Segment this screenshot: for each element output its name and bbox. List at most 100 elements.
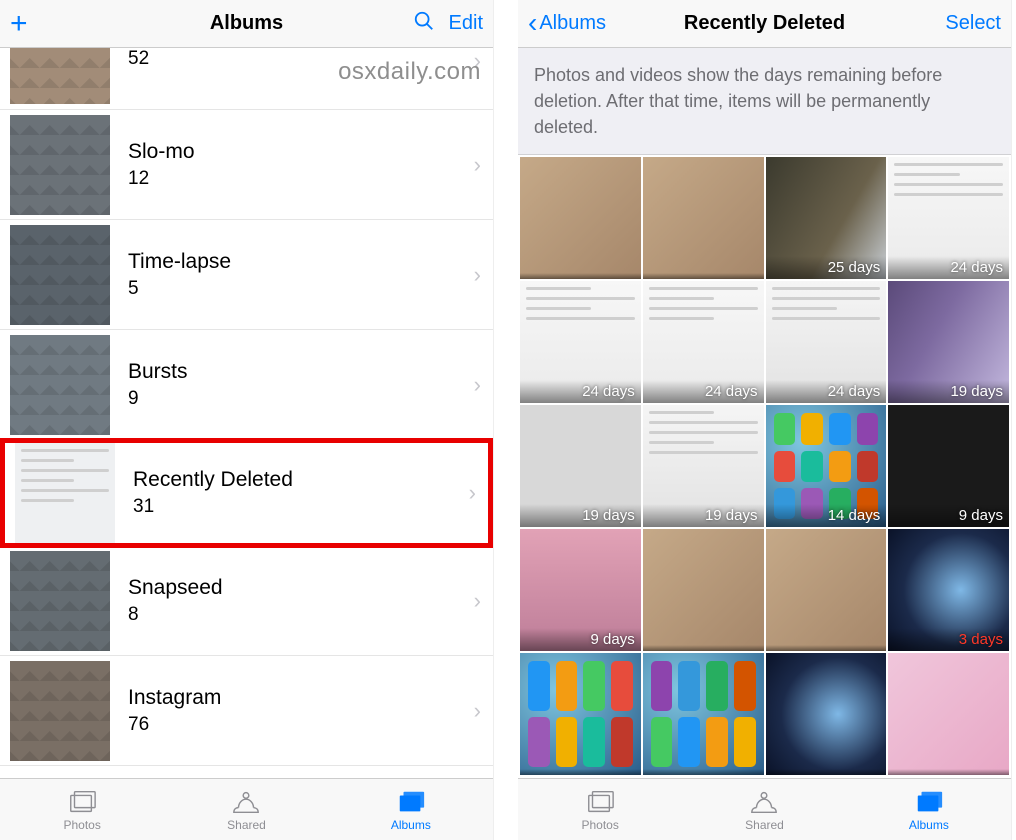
photo-cell[interactable]: 24 days [520, 281, 641, 403]
days-remaining [520, 769, 641, 775]
photo-cell[interactable]: 24 days [766, 281, 887, 403]
photo-cell[interactable]: 19 days [520, 405, 641, 527]
album-name: Snapseed [128, 576, 474, 600]
photo-cell[interactable]: 19 days [888, 281, 1009, 403]
days-remaining [643, 769, 764, 775]
album-row[interactable]: Bursts 9 › [0, 330, 493, 440]
chevron-right-icon: › [469, 480, 476, 506]
days-remaining: 19 days [888, 380, 1009, 403]
album-name: Instagram [128, 686, 474, 710]
photo-cell[interactable] [643, 157, 764, 279]
album-count: 31 [133, 496, 469, 518]
navbar: ‹ Albums Recently Deleted Select [518, 0, 1011, 48]
back-button[interactable]: ‹ Albums [528, 11, 606, 37]
album-thumbnail [10, 551, 110, 651]
tab-label: Albums [909, 818, 949, 832]
tab-albums[interactable]: Albums [329, 779, 493, 840]
days-remaining [888, 769, 1009, 775]
album-row[interactable]: Slo-mo 12 › [0, 110, 493, 220]
days-remaining: 24 days [520, 380, 641, 403]
days-remaining [766, 769, 887, 775]
navbar: + Albums Edit [0, 0, 493, 48]
album-thumbnail [10, 48, 110, 104]
days-remaining: 19 days [643, 504, 764, 527]
album-name: Bursts [128, 360, 474, 384]
photo-cell[interactable] [520, 653, 641, 775]
tab-label: Shared [745, 818, 784, 832]
album-count: 8 [128, 604, 474, 626]
days-remaining: 24 days [643, 380, 764, 403]
photo-cell[interactable] [520, 157, 641, 279]
chevron-right-icon: › [474, 588, 481, 614]
watermark: osxdaily.com [338, 58, 481, 86]
album-count: 5 [128, 278, 474, 300]
days-remaining: 25 days [766, 256, 887, 279]
recently-deleted-screen: ‹ Albums Recently Deleted Select Photos … [518, 0, 1012, 840]
tab-photos[interactable]: Photos [518, 779, 682, 840]
photo-cell[interactable] [888, 653, 1009, 775]
add-album-button[interactable]: + [10, 9, 28, 39]
chevron-right-icon: › [474, 698, 481, 724]
album-name: Recently Deleted [133, 468, 469, 492]
album-row[interactable]: Time-lapse 5 › [0, 220, 493, 330]
tab-label: Albums [391, 818, 431, 832]
album-name: Time-lapse [128, 250, 474, 274]
album-row[interactable]: Instagram 76 › [0, 656, 493, 766]
photo-cell[interactable] [766, 653, 887, 775]
chevron-left-icon: ‹ [528, 9, 537, 37]
photo-cell[interactable] [643, 653, 764, 775]
days-remaining: 24 days [766, 380, 887, 403]
days-remaining: 9 days [888, 504, 1009, 527]
tab-shared[interactable]: Shared [682, 779, 846, 840]
photo-grid: 25 days 24 days 24 days 24 days 24 days … [518, 155, 1011, 778]
album-name: Slo-mo [128, 140, 474, 164]
edit-button[interactable]: Edit [449, 12, 483, 35]
days-remaining [643, 645, 764, 651]
tab-albums[interactable]: Albums [847, 779, 1011, 840]
album-count: 12 [128, 168, 474, 190]
select-button[interactable]: Select [945, 12, 1001, 35]
photo-cell[interactable]: 19 days [643, 405, 764, 527]
days-remaining: 19 days [520, 504, 641, 527]
album-thumbnail [10, 335, 110, 435]
tab-label: Photos [63, 818, 100, 832]
photo-cell[interactable] [766, 529, 887, 651]
tab-label: Shared [227, 818, 266, 832]
album-thumbnail [10, 225, 110, 325]
photo-cell[interactable]: 24 days [888, 157, 1009, 279]
days-remaining [520, 273, 641, 279]
tab-label: Photos [581, 818, 618, 832]
days-remaining [643, 273, 764, 279]
chevron-right-icon: › [474, 372, 481, 398]
photo-cell[interactable]: 24 days [643, 281, 764, 403]
back-label: Albums [539, 12, 606, 35]
days-remaining: 14 days [766, 504, 887, 527]
tab-bar: Photos Shared Albums [0, 778, 493, 840]
tab-shared[interactable]: Shared [164, 779, 328, 840]
album-count: 9 [128, 388, 474, 410]
album-row[interactable]: Snapseed 8 › [0, 546, 493, 656]
days-remaining: 24 days [888, 256, 1009, 279]
tab-bar: Photos Shared Albums [518, 778, 1011, 840]
days-remaining [766, 645, 887, 651]
album-row-recently-deleted[interactable]: Recently Deleted 31 › [0, 438, 493, 548]
info-banner: Photos and videos show the days remainin… [518, 48, 1011, 155]
photo-cell[interactable]: 3 days [888, 529, 1009, 651]
photo-cell[interactable]: 25 days [766, 157, 887, 279]
photo-cell[interactable]: 9 days [888, 405, 1009, 527]
album-thumbnail [10, 115, 110, 215]
days-remaining: 3 days [888, 628, 1009, 651]
albums-screen: + Albums Edit osxdaily.com 52 › Slo-mo 1… [0, 0, 494, 840]
albums-list: 52 › Slo-mo 12 › Time-lapse 5 › Bursts 9 [0, 48, 493, 778]
chevron-right-icon: › [474, 152, 481, 178]
photo-cell[interactable] [643, 529, 764, 651]
tab-photos[interactable]: Photos [0, 779, 164, 840]
album-count: 76 [128, 714, 474, 736]
days-remaining: 9 days [520, 628, 641, 651]
photo-cell[interactable]: 14 days [766, 405, 887, 527]
album-thumbnail [15, 443, 115, 543]
search-icon[interactable] [413, 10, 435, 38]
album-thumbnail [10, 661, 110, 761]
photo-cell[interactable]: 9 days [520, 529, 641, 651]
chevron-right-icon: › [474, 262, 481, 288]
